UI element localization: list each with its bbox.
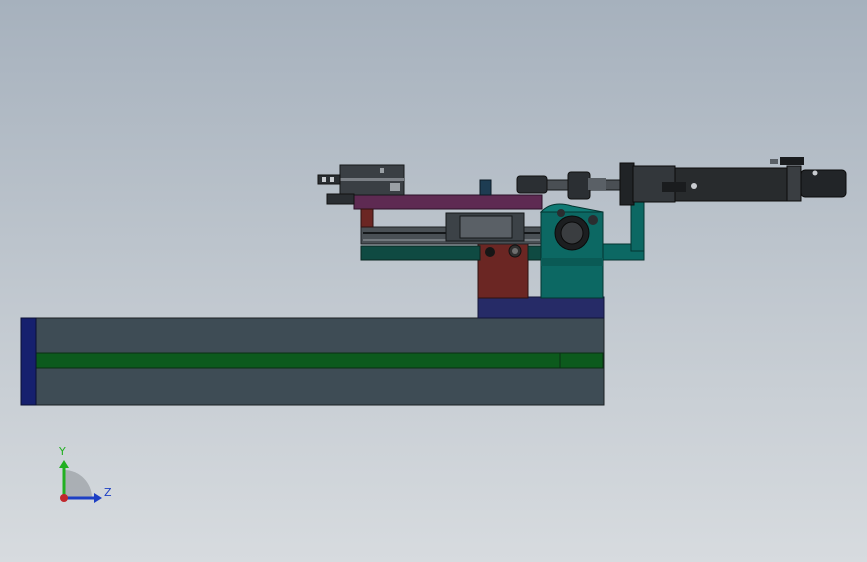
view-triad[interactable]: Y Z — [50, 440, 120, 510]
sensor — [479, 179, 492, 196]
model-view[interactable] — [0, 0, 867, 562]
cad-viewport[interactable]: Y Z — [0, 0, 867, 562]
bolt-hole — [485, 247, 495, 257]
teal-bracket[interactable] — [539, 194, 645, 299]
origin-icon — [60, 494, 68, 502]
z-axis-label: Z — [104, 486, 112, 499]
red-support-block[interactable] — [477, 236, 529, 299]
navy-mount-block[interactable] — [477, 296, 605, 319]
air-cylinder[interactable] — [516, 157, 847, 206]
base-rail[interactable] — [20, 317, 605, 406]
triad-arc — [64, 470, 92, 498]
base-endcap — [20, 317, 37, 406]
y-axis-label: Y — [59, 445, 66, 458]
base-stripe — [35, 352, 604, 369]
